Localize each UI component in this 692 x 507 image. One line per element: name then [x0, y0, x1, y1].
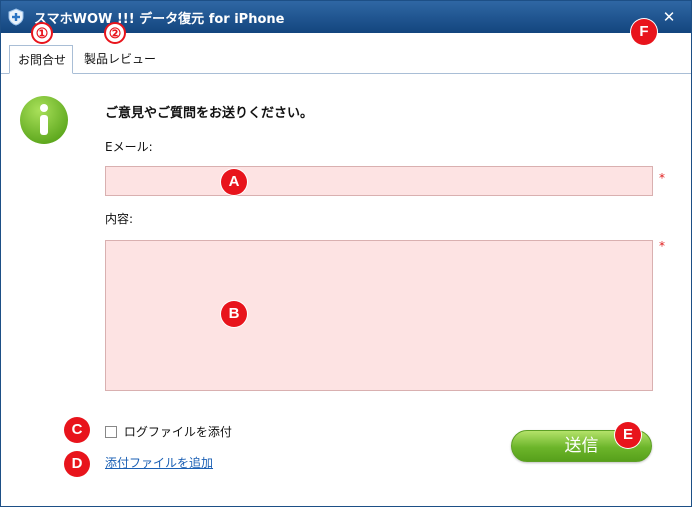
attach-log-label[interactable]: ログファイルを添付 [124, 423, 232, 440]
window-title: スマホWOW !!! データ復元 for iPhone [34, 12, 285, 27]
add-attachment-link[interactable]: 添付ファイルを追加 [105, 454, 213, 471]
attach-log-checkbox[interactable] [105, 425, 117, 438]
annotation-marker-f: F [631, 19, 657, 45]
content-required-mark: * [659, 239, 665, 253]
email-label: Eメール: [105, 140, 153, 154]
info-icon [20, 96, 68, 144]
email-field[interactable] [105, 166, 653, 196]
form-prompt: ご意見やご質問をお送りください。 [105, 106, 314, 121]
shield-plus-icon [8, 8, 24, 26]
annotation-marker-a: A [221, 169, 247, 195]
email-required-mark: * [659, 171, 665, 185]
tab-product-review[interactable]: 製品レビュー [76, 45, 164, 74]
close-button[interactable]: ✕ [657, 5, 681, 29]
annotation-marker-c: C [64, 417, 90, 443]
annotation-marker-1: ① [31, 22, 53, 44]
attach-log-row[interactable]: ログファイルを添付 [105, 423, 232, 439]
tab-bar: お問合せ 製品レビュー [1, 33, 691, 74]
close-icon[interactable]: ✕ [663, 8, 676, 26]
annotation-marker-d: D [64, 451, 90, 477]
annotation-marker-e: E [615, 422, 641, 448]
content-field[interactable] [105, 240, 653, 391]
app-window: スマホWOW !!! データ復元 for iPhone ✕ お問合せ 製品レビュ… [0, 0, 692, 507]
tab-inquiry[interactable]: お問合せ [9, 45, 73, 74]
content-label: 内容: [105, 212, 134, 226]
annotation-marker-2: ② [104, 22, 126, 44]
annotation-marker-b: B [221, 301, 247, 327]
